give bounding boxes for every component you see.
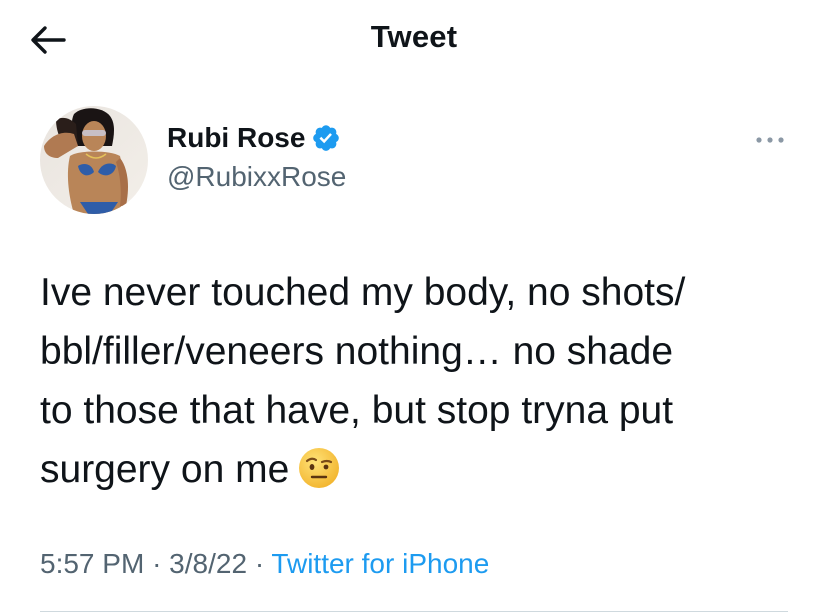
meta-separator: · <box>254 548 265 579</box>
tweet-text-line: Ive never touched my body, no shots/ <box>40 271 686 314</box>
tweet-text: Ive never touched my body, no shots/ bbl… <box>40 263 800 499</box>
tweet-text-line: surgery on me <box>40 448 290 491</box>
face-with-raised-eyebrow-emoji <box>299 447 340 488</box>
tweet-time[interactable]: 5:57 PM <box>40 548 144 579</box>
avatar-image <box>40 106 148 214</box>
author-name-row: Rubi Rose <box>167 118 346 158</box>
tweet-text-line: bbl/filler/veneers nothing… no shade <box>40 330 674 373</box>
tweet-source-link[interactable]: Twitter for iPhone <box>271 548 489 579</box>
tweet-date[interactable]: 3/8/22 <box>169 548 247 579</box>
author-handle[interactable]: @RubixxRose <box>167 160 346 194</box>
tweet-text-last-line: surgery on me <box>40 440 800 499</box>
more-options-button[interactable] <box>748 128 792 152</box>
divider <box>40 611 788 612</box>
tweet-author: Rubi Rose @RubixxRose <box>167 118 346 194</box>
tweet-text-line: to those that have, but stop tryna put <box>40 389 674 432</box>
more-horizontal-icon <box>756 137 784 143</box>
tweet: Rubi Rose @RubixxRose Ive never touched … <box>0 76 828 614</box>
author-display-name[interactable]: Rubi Rose <box>167 121 305 155</box>
meta-separator: · <box>152 548 162 579</box>
verified-badge-icon <box>313 125 340 151</box>
top-bar: Tweet <box>0 0 828 76</box>
page-title: Tweet <box>370 19 458 54</box>
avatar[interactable] <box>40 106 148 214</box>
tweet-metadata: 5:57 PM · 3/8/22 · Twitter for iPhone <box>40 546 489 582</box>
